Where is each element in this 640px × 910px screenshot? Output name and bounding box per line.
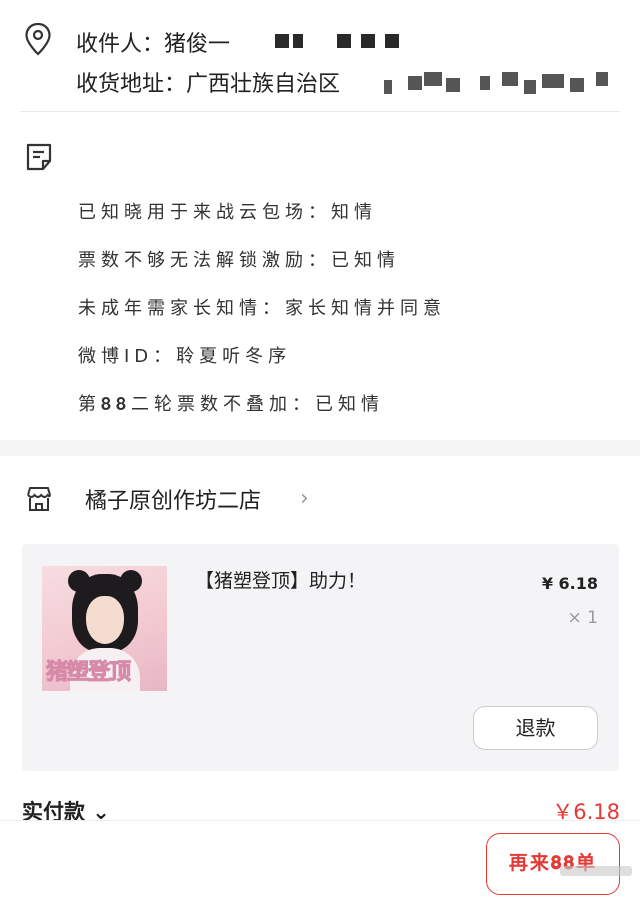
- thumb-bun-left: [68, 570, 90, 592]
- note-line-2: 票数不够无法解锁激励：已知情: [78, 250, 400, 271]
- product-price: ¥ 6.18: [541, 574, 598, 593]
- note-line-5: 第𝟖𝟖二轮票数不叠加：已知情: [78, 394, 385, 415]
- address-label: 收货地址：广西壮族自治区: [76, 72, 341, 97]
- address-detail-redacted: [384, 72, 620, 94]
- thumb-title: 猪塑登顶: [45, 659, 131, 686]
- recipient-phone-redacted: [275, 34, 405, 48]
- address-divider: [20, 111, 620, 112]
- thumb-face: [86, 596, 124, 644]
- product-quantity: × 1: [567, 608, 598, 628]
- thumb-bun-right: [120, 570, 142, 592]
- address-card: 收件人：猪俊一 收货地址：广西壮族自治区 已知晓用于来战云包场：知情 票数不够无…: [0, 0, 640, 440]
- note-line-1: 已知晓用于来战云包场：知情: [78, 202, 377, 223]
- bottom-action-bar: 再来𝟖𝟖单: [0, 820, 640, 910]
- product-title[interactable]: 【猪塑登顶】助力！: [195, 566, 366, 593]
- shop-name[interactable]: 橘子原创作坊二店: [85, 483, 261, 515]
- recipient-label: 收件人：猪俊一: [76, 32, 231, 57]
- note-icon: [26, 143, 52, 171]
- buy-again-button[interactable]: 再来𝟖𝟖单: [486, 833, 620, 895]
- shop-icon[interactable]: [24, 484, 54, 514]
- location-pin-icon: [25, 22, 51, 56]
- product-thumbnail[interactable]: 猪塑登顶: [42, 566, 167, 691]
- watermark: [560, 866, 632, 876]
- refund-button[interactable]: 退款: [473, 706, 598, 750]
- chevron-right-icon[interactable]: ›: [300, 486, 309, 511]
- note-line-4: 微博ID：聆夏听冬序: [78, 346, 292, 367]
- order-item[interactable]: 猪塑登顶 【猪塑登顶】助力！ ¥ 6.18 × 1 退款: [22, 544, 619, 771]
- note-line-3: 未成年需家长知情：家长知情并同意: [78, 298, 446, 319]
